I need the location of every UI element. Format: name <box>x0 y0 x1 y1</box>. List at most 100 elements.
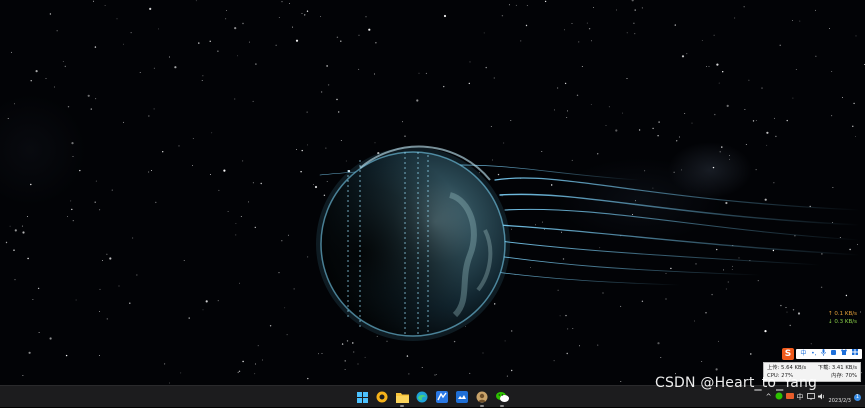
star <box>368 28 371 31</box>
star <box>726 104 729 107</box>
ime-punctuation-icon[interactable]: •, <box>811 349 816 359</box>
star <box>766 131 769 134</box>
star <box>492 159 493 161</box>
star <box>676 140 678 142</box>
star <box>605 125 607 126</box>
star <box>632 214 634 215</box>
star <box>64 65 67 68</box>
star <box>722 71 724 73</box>
star <box>192 138 194 139</box>
star <box>792 97 794 99</box>
star <box>225 18 227 20</box>
star <box>300 171 302 173</box>
star <box>716 63 719 66</box>
star <box>608 106 610 108</box>
star <box>323 194 326 196</box>
star <box>564 29 566 31</box>
clock[interactable]: 2023/2/3 <box>829 398 851 404</box>
star <box>626 78 628 79</box>
star <box>111 189 113 191</box>
ime-chinese-mode[interactable]: 中 <box>800 349 806 359</box>
star <box>123 43 124 45</box>
star <box>53 86 55 88</box>
star <box>673 171 675 173</box>
tray-app-icon-2[interactable] <box>785 392 794 402</box>
notification-badge[interactable]: 1 <box>854 393 861 401</box>
star <box>109 257 112 260</box>
photos-icon[interactable] <box>374 389 390 405</box>
star <box>260 182 262 185</box>
tray-app-icon[interactable] <box>775 392 783 402</box>
star <box>571 23 573 24</box>
star <box>780 304 782 307</box>
network-icon[interactable] <box>806 392 815 402</box>
star <box>93 0 95 2</box>
star <box>719 151 721 153</box>
star <box>757 280 759 282</box>
star <box>714 113 716 116</box>
star <box>695 263 697 265</box>
star <box>376 335 378 337</box>
app-blue-icon[interactable] <box>434 389 450 405</box>
avatar-app-icon[interactable] <box>474 389 490 407</box>
star <box>67 216 68 217</box>
keyboard-icon[interactable] <box>831 349 837 359</box>
star <box>87 94 90 97</box>
star <box>94 201 96 203</box>
star <box>235 222 237 224</box>
star <box>327 84 330 86</box>
star <box>511 330 513 332</box>
star <box>202 309 204 311</box>
sogou-logo-icon[interactable]: S <box>782 348 794 360</box>
skin-icon[interactable] <box>840 349 847 359</box>
star <box>815 9 816 11</box>
star <box>242 360 244 363</box>
star <box>180 372 182 374</box>
star <box>792 20 793 22</box>
star <box>701 39 703 41</box>
windows-start-icon[interactable] <box>354 389 370 405</box>
file-explorer-icon[interactable] <box>394 389 410 407</box>
star <box>21 225 23 227</box>
star <box>79 169 81 172</box>
star <box>218 189 220 191</box>
toolbox-icon[interactable] <box>851 349 858 359</box>
ime-indicator[interactable]: 中 <box>797 392 804 402</box>
star <box>743 6 745 8</box>
star <box>853 102 855 105</box>
wechat-icon[interactable] <box>494 389 510 407</box>
star <box>681 169 682 171</box>
star <box>820 286 823 288</box>
star <box>593 7 595 9</box>
volume-icon[interactable] <box>817 393 826 402</box>
star <box>829 27 831 29</box>
star <box>504 340 506 342</box>
ime-toolbar[interactable]: S 中 •, <box>782 348 862 360</box>
star <box>325 147 327 149</box>
star <box>557 87 559 89</box>
star <box>544 0 547 3</box>
star <box>386 340 388 342</box>
edge-browser-icon[interactable] <box>414 389 430 405</box>
star <box>195 0 197 2</box>
star <box>779 44 781 46</box>
star <box>744 108 746 110</box>
star <box>658 121 660 123</box>
star <box>565 314 567 317</box>
star <box>597 153 599 155</box>
star <box>148 171 150 173</box>
planet-earth <box>316 145 510 341</box>
microphone-icon[interactable] <box>821 348 827 360</box>
star <box>352 342 354 344</box>
star <box>855 35 857 37</box>
star <box>169 382 170 384</box>
star <box>562 258 565 260</box>
app-blue-2-icon[interactable] <box>454 389 470 405</box>
star <box>223 169 226 172</box>
star <box>65 354 68 357</box>
star <box>641 7 643 9</box>
star <box>304 14 306 16</box>
show-hidden-icons-chevron[interactable]: ^ <box>766 393 772 401</box>
star <box>761 87 763 89</box>
star <box>239 282 240 284</box>
